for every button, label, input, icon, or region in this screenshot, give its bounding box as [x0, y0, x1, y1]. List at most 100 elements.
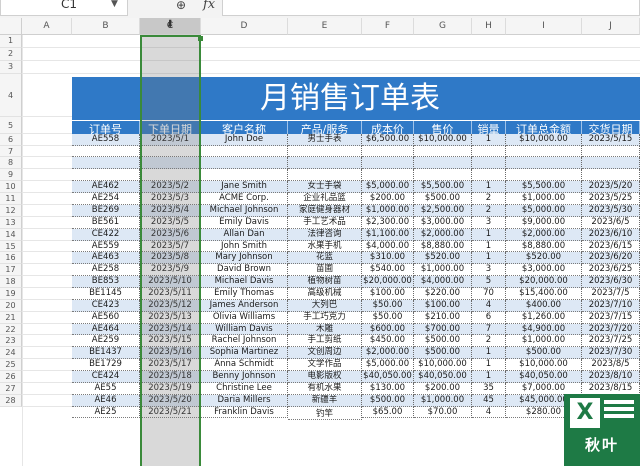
- table-cell[interactable]: Franklin Davis: [201, 406, 288, 418]
- table-cell[interactable]: 苗圃: [288, 264, 362, 277]
- table-cell[interactable]: $130.00: [362, 382, 414, 395]
- row-header-15[interactable]: 15: [0, 240, 22, 253]
- table-cell[interactable]: 2023/8/10: [582, 371, 640, 383]
- table-cell[interactable]: 植物树苗: [288, 276, 362, 288]
- table-cell[interactable]: AE254: [72, 193, 140, 205]
- table-cell[interactable]: 4: [472, 299, 506, 312]
- table-cell[interactable]: 3: [472, 216, 506, 229]
- table-cell[interactable]: Anna Schmidt: [201, 359, 288, 372]
- table-cell[interactable]: Emily Davis: [201, 216, 288, 229]
- table-cell[interactable]: 1: [472, 371, 506, 383]
- table-cell[interactable]: $450.00: [362, 335, 414, 348]
- table-cell[interactable]: Christine Lee: [201, 382, 288, 395]
- table-cell[interactable]: 手工剪纸: [288, 335, 362, 348]
- table-cell[interactable]: 有机水果: [288, 382, 362, 395]
- table-cell[interactable]: 1: [472, 252, 506, 265]
- table-cell[interactable]: 文学作品: [288, 359, 362, 372]
- row-header-18[interactable]: 18: [0, 276, 22, 288]
- fill-handle[interactable]: [198, 36, 203, 41]
- table-cell[interactable]: Jane Smith: [201, 181, 288, 194]
- table-cell[interactable]: AE559: [72, 240, 140, 253]
- table-cell[interactable]: 6: [472, 311, 506, 324]
- table-cell[interactable]: $50.00: [362, 311, 414, 324]
- table-cell[interactable]: 水果手机: [288, 240, 362, 253]
- table-cell[interactable]: 电影版权: [288, 371, 362, 383]
- table-cell[interactable]: AE558: [72, 133, 140, 146]
- column-header-h[interactable]: H: [472, 18, 506, 35]
- table-cell[interactable]: $65.00: [362, 406, 414, 418]
- row-header-19[interactable]: 19: [0, 288, 22, 300]
- table-cell[interactable]: [472, 157, 506, 170]
- table-cell[interactable]: $500.00: [506, 347, 582, 360]
- row-header-11[interactable]: 11: [0, 193, 22, 205]
- row-header-22[interactable]: 22: [0, 323, 22, 336]
- table-cell[interactable]: 2023/6/5: [582, 216, 640, 229]
- table-cell[interactable]: 3: [472, 264, 506, 277]
- zoom-icon[interactable]: ⊕: [176, 0, 186, 12]
- table-cell[interactable]: AE560: [72, 311, 140, 324]
- row-header-27[interactable]: 27: [0, 382, 22, 395]
- table-cell[interactable]: 45: [472, 394, 506, 407]
- row-header-28[interactable]: 28: [0, 394, 22, 407]
- table-cell[interactable]: $3,000.00: [506, 264, 582, 277]
- table-cell[interactable]: $520.00: [506, 252, 582, 265]
- table-cell[interactable]: $100.00: [414, 299, 472, 312]
- column-header-a[interactable]: A: [22, 18, 72, 35]
- table-cell[interactable]: $6,500.00: [362, 133, 414, 146]
- row-header-7[interactable]: 7: [0, 145, 22, 158]
- table-cell[interactable]: [201, 169, 288, 182]
- row-header-25[interactable]: 25: [0, 359, 22, 372]
- table-cell[interactable]: 2023/6/25: [582, 264, 640, 277]
- table-cell[interactable]: Allan Dan: [201, 228, 288, 241]
- table-cell[interactable]: Emily Thomas: [201, 288, 288, 300]
- table-cell[interactable]: [362, 157, 414, 170]
- table-cell[interactable]: 7: [472, 323, 506, 336]
- table-cell[interactable]: [362, 145, 414, 158]
- table-cell[interactable]: 2023/7/20: [582, 323, 640, 336]
- table-cell[interactable]: 2023/6/20: [582, 252, 640, 265]
- row-header-20[interactable]: 20: [0, 299, 22, 312]
- table-cell[interactable]: $600.00: [362, 323, 414, 336]
- table-cell[interactable]: $200.00: [414, 382, 472, 395]
- table-cell[interactable]: 女士手袋: [288, 181, 362, 194]
- table-cell[interactable]: [582, 157, 640, 170]
- table-cell[interactable]: AE55: [72, 382, 140, 395]
- table-cell[interactable]: CE423: [72, 299, 140, 312]
- table-cell[interactable]: [201, 145, 288, 158]
- table-cell[interactable]: $10,000.00: [506, 133, 582, 146]
- table-cell[interactable]: [72, 169, 140, 182]
- table-cell[interactable]: 70: [472, 288, 506, 300]
- table-cell[interactable]: 木雕: [288, 323, 362, 336]
- row-header-2[interactable]: 2: [0, 47, 22, 61]
- row-header-1[interactable]: 1: [0, 35, 22, 48]
- table-cell[interactable]: BE853: [72, 276, 140, 288]
- table-cell[interactable]: $9,000.00: [506, 216, 582, 229]
- chevron-down-icon[interactable]: ▼: [111, 0, 118, 14]
- table-cell[interactable]: $200.00: [362, 193, 414, 205]
- table-cell[interactable]: [72, 145, 140, 158]
- table-cell[interactable]: Sophia Martinez: [201, 347, 288, 360]
- table-cell[interactable]: $3,000.00: [414, 216, 472, 229]
- table-cell[interactable]: 新疆羊: [288, 394, 362, 407]
- row-header-9[interactable]: 9: [0, 169, 22, 182]
- table-cell[interactable]: CE422: [72, 228, 140, 241]
- table-cell[interactable]: AE464: [72, 323, 140, 336]
- row-header-13[interactable]: 13: [0, 216, 22, 229]
- table-cell[interactable]: 家庭健身器材: [288, 204, 362, 217]
- table-cell[interactable]: 35: [472, 382, 506, 395]
- table-cell[interactable]: BE1145: [72, 288, 140, 300]
- table-cell[interactable]: BE269: [72, 204, 140, 217]
- column-header-j[interactable]: J: [582, 18, 640, 35]
- table-cell[interactable]: John Smith: [201, 240, 288, 253]
- table-cell[interactable]: $50.00: [362, 299, 414, 312]
- table-cell[interactable]: 2023/7/30: [582, 347, 640, 360]
- table-cell[interactable]: [201, 157, 288, 170]
- formula-input[interactable]: [222, 0, 640, 16]
- table-cell[interactable]: AE259: [72, 335, 140, 348]
- row-header-14[interactable]: 14: [0, 228, 22, 241]
- table-cell[interactable]: 2023/7/25: [582, 335, 640, 348]
- row-header-5[interactable]: 5: [0, 116, 22, 134]
- table-cell[interactable]: Michael Davis: [201, 276, 288, 288]
- table-cell[interactable]: [288, 169, 362, 182]
- table-cell[interactable]: $1,000.00: [414, 264, 472, 277]
